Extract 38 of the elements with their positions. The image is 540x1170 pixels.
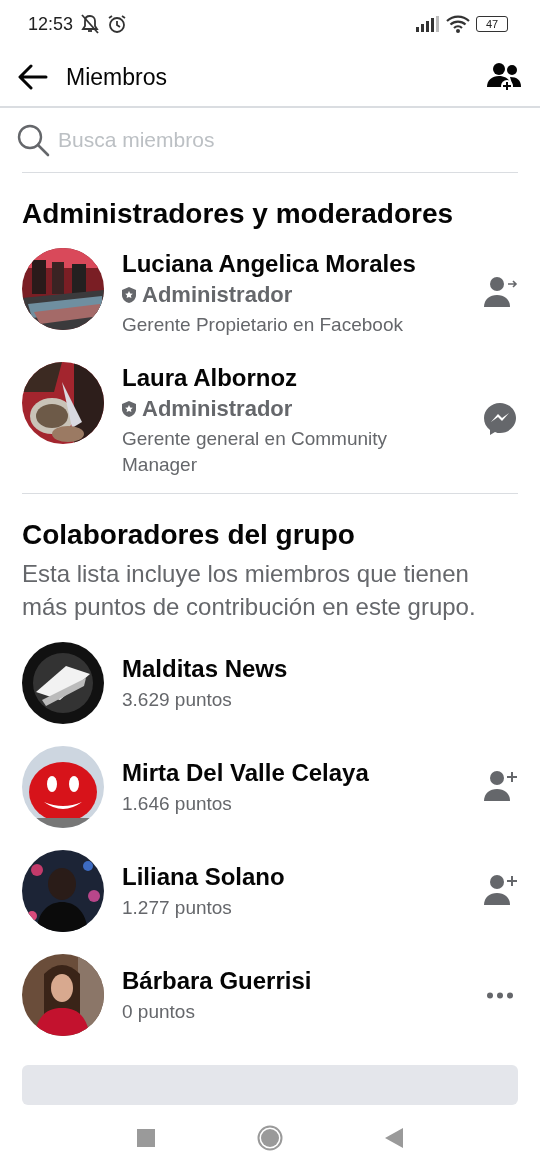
section-title: Administradores y moderadores: [22, 198, 455, 230]
member-info: 0 puntos: [122, 1000, 196, 1024]
home-icon[interactable]: [257, 1124, 283, 1151]
search-field[interactable]: Busca miembros: [56, 127, 524, 153]
member-name[interactable]: Bárbara Guerrisi: [122, 965, 464, 997]
muted-bell-icon: [79, 14, 102, 34]
member-info: 1.277 puntos: [122, 896, 233, 920]
member-action-button[interactable]: [482, 401, 518, 438]
back-arrow-icon: [18, 64, 48, 90]
member-name[interactable]: Mirta Del Valle Celaya: [122, 757, 464, 789]
member-info: 1.646 puntos: [122, 792, 233, 816]
member-name[interactable]: Luciana Angelica Morales: [122, 248, 464, 280]
back-button[interactable]: [18, 64, 48, 90]
member-info: 3.629 puntos: [122, 688, 233, 712]
search-icon: [16, 123, 50, 157]
member-name[interactable]: Laura Albornoz: [122, 361, 464, 394]
shield-icon: [122, 400, 136, 417]
back-icon[interactable]: [385, 1127, 403, 1148]
role-label: Administrador: [142, 281, 293, 309]
battery-icon: 47: [476, 16, 508, 32]
signal-icon: [416, 16, 440, 32]
alarm-icon: [107, 14, 128, 34]
role-label: Administrador: [142, 394, 293, 423]
clock-time: 12:53: [28, 13, 74, 35]
people-add-icon: [486, 61, 522, 93]
more-icon: [486, 991, 514, 999]
section-description: Esta lista incluye los miembros que tienen más puntos de contribución en este grupo.: [22, 559, 477, 622]
member-info: Gerente Propietario en Facebook: [122, 313, 404, 337]
screen-title: Miembros: [66, 63, 167, 91]
shield-icon: [122, 287, 136, 303]
invite-button[interactable]: [486, 61, 522, 93]
messenger-icon: [482, 401, 518, 438]
section-title: Colaboradores del grupo: [22, 519, 356, 551]
member-info: Gerente general en Community Manager: [122, 426, 389, 477]
wifi-icon: [446, 15, 470, 33]
member-name[interactable]: Malditas News: [122, 653, 518, 685]
member-name[interactable]: Liliana Solano: [122, 861, 464, 893]
recent-apps-icon[interactable]: [137, 1128, 155, 1147]
